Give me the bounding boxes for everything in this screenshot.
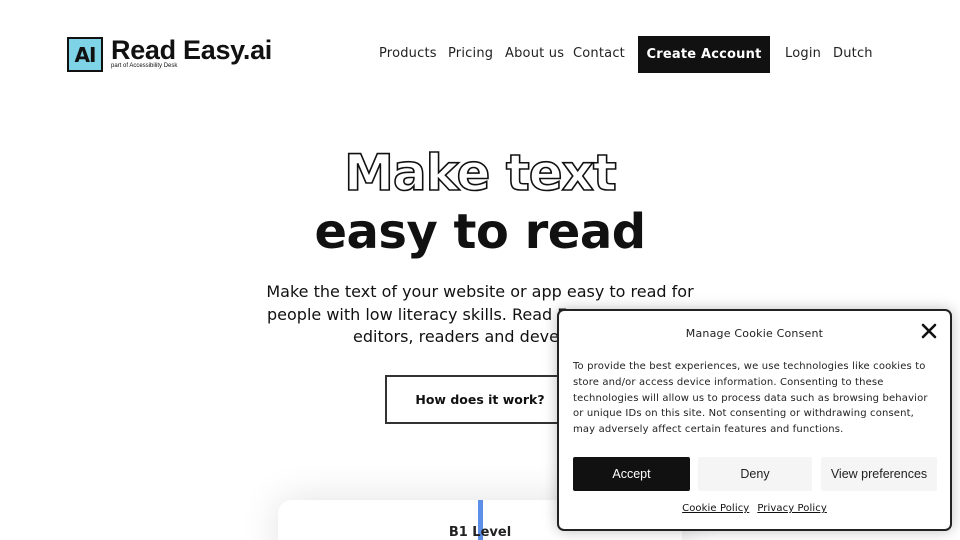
cookie-policy-link[interactable]: Cookie Policy	[682, 503, 749, 514]
deny-cookies-button[interactable]: Deny	[698, 457, 812, 491]
hero-title-outline: Make text	[343, 143, 617, 203]
cookie-consent-dialog: Manage Cookie Consent To provide the bes…	[557, 309, 952, 531]
language-switch[interactable]: Dutch	[833, 46, 873, 61]
accept-cookies-button[interactable]: Accept	[573, 457, 690, 491]
logo-mark: AI	[67, 37, 103, 72]
create-account-button[interactable]: Create Account	[638, 36, 770, 73]
hero-subtitle-line: Make the text of your website or app eas…	[266, 282, 694, 301]
nav-login[interactable]: Login	[785, 46, 821, 61]
logo-wordmark: Read Easy.ai part of Accessibility Desk	[111, 37, 272, 70]
nav-pricing[interactable]: Pricing	[448, 46, 493, 61]
logo-mark-text: AI	[74, 42, 97, 67]
nav-products[interactable]: Products	[379, 46, 437, 61]
cookie-dialog-text: To provide the best experiences, we use …	[573, 361, 928, 436]
nav-about-us[interactable]: About us	[505, 46, 564, 61]
site-header: AI Read Easy.ai part of Accessibility De…	[0, 0, 960, 110]
brand-logo[interactable]: AI Read Easy.ai part of Accessibility De…	[67, 37, 272, 72]
nav-contact[interactable]: Contact	[573, 46, 625, 61]
close-icon[interactable]	[921, 323, 937, 339]
cookie-dialog-title: Manage Cookie Consent	[685, 327, 824, 340]
cookie-policy-links: Cookie Policy Privacy Policy	[559, 503, 950, 514]
view-preferences-button[interactable]: View preferences	[821, 457, 937, 491]
privacy-policy-link[interactable]: Privacy Policy	[757, 503, 827, 514]
hero-title: easy to read	[314, 204, 646, 260]
how-does-it-work-button[interactable]: How does it work?	[385, 375, 575, 424]
brand-name: Read Easy.ai	[111, 35, 272, 65]
